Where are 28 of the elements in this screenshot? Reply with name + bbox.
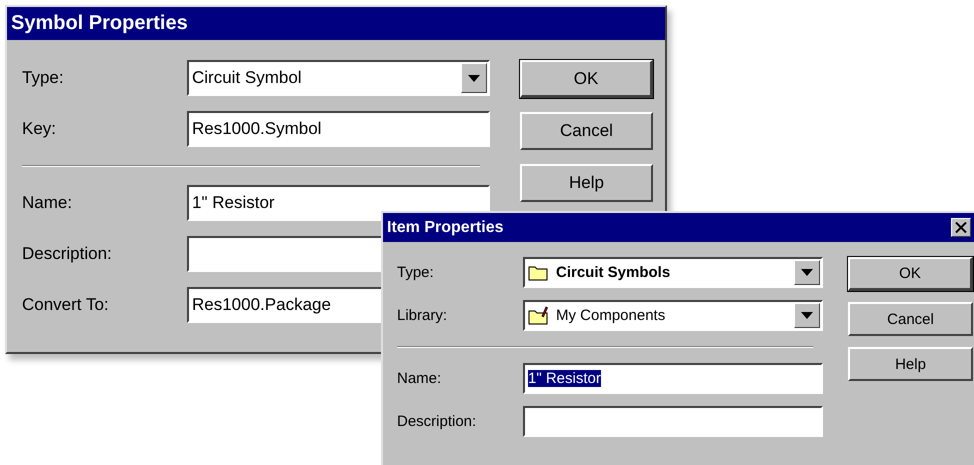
dropdown-field[interactable]: Circuit Symbol: [187, 60, 490, 96]
input-field[interactable]: Res1000.Symbol: [187, 111, 490, 147]
dialog-button[interactable]: Help: [520, 164, 653, 202]
folder-icon: [528, 264, 548, 281]
window-title: Symbol Properties: [11, 12, 188, 35]
field-label: Type:: [22, 68, 65, 88]
field-label: Description:: [22, 244, 113, 264]
field-label: Description:: [397, 413, 478, 430]
dialog-button[interactable]: Cancel: [520, 112, 653, 150]
field-label: Name:: [22, 193, 74, 213]
field-label: Convert To:: [22, 295, 110, 315]
input-field[interactable]: [523, 406, 823, 437]
field-label: Key:: [22, 119, 58, 139]
dropdown-field[interactable]: My Components: [523, 300, 823, 331]
close-icon: [955, 222, 967, 233]
field-label: Name:: [397, 370, 442, 387]
dialog-button[interactable]: OK: [520, 60, 653, 98]
dialog-button[interactable]: OK: [848, 257, 973, 291]
close-button[interactable]: [951, 218, 971, 237]
dialog-button[interactable]: Help: [848, 347, 973, 381]
folder-pencil-icon: [528, 306, 548, 325]
input-field[interactable]: 1" Resistor: [523, 363, 823, 394]
dropdown-field[interactable]: Circuit Symbols: [523, 257, 823, 288]
field-label: Type:: [397, 264, 435, 281]
dialog-button[interactable]: Cancel: [848, 302, 973, 336]
field-label: Library:: [397, 307, 448, 324]
input-field[interactable]: 1" Resistor: [187, 185, 490, 221]
window-title: Item Properties: [387, 218, 504, 236]
